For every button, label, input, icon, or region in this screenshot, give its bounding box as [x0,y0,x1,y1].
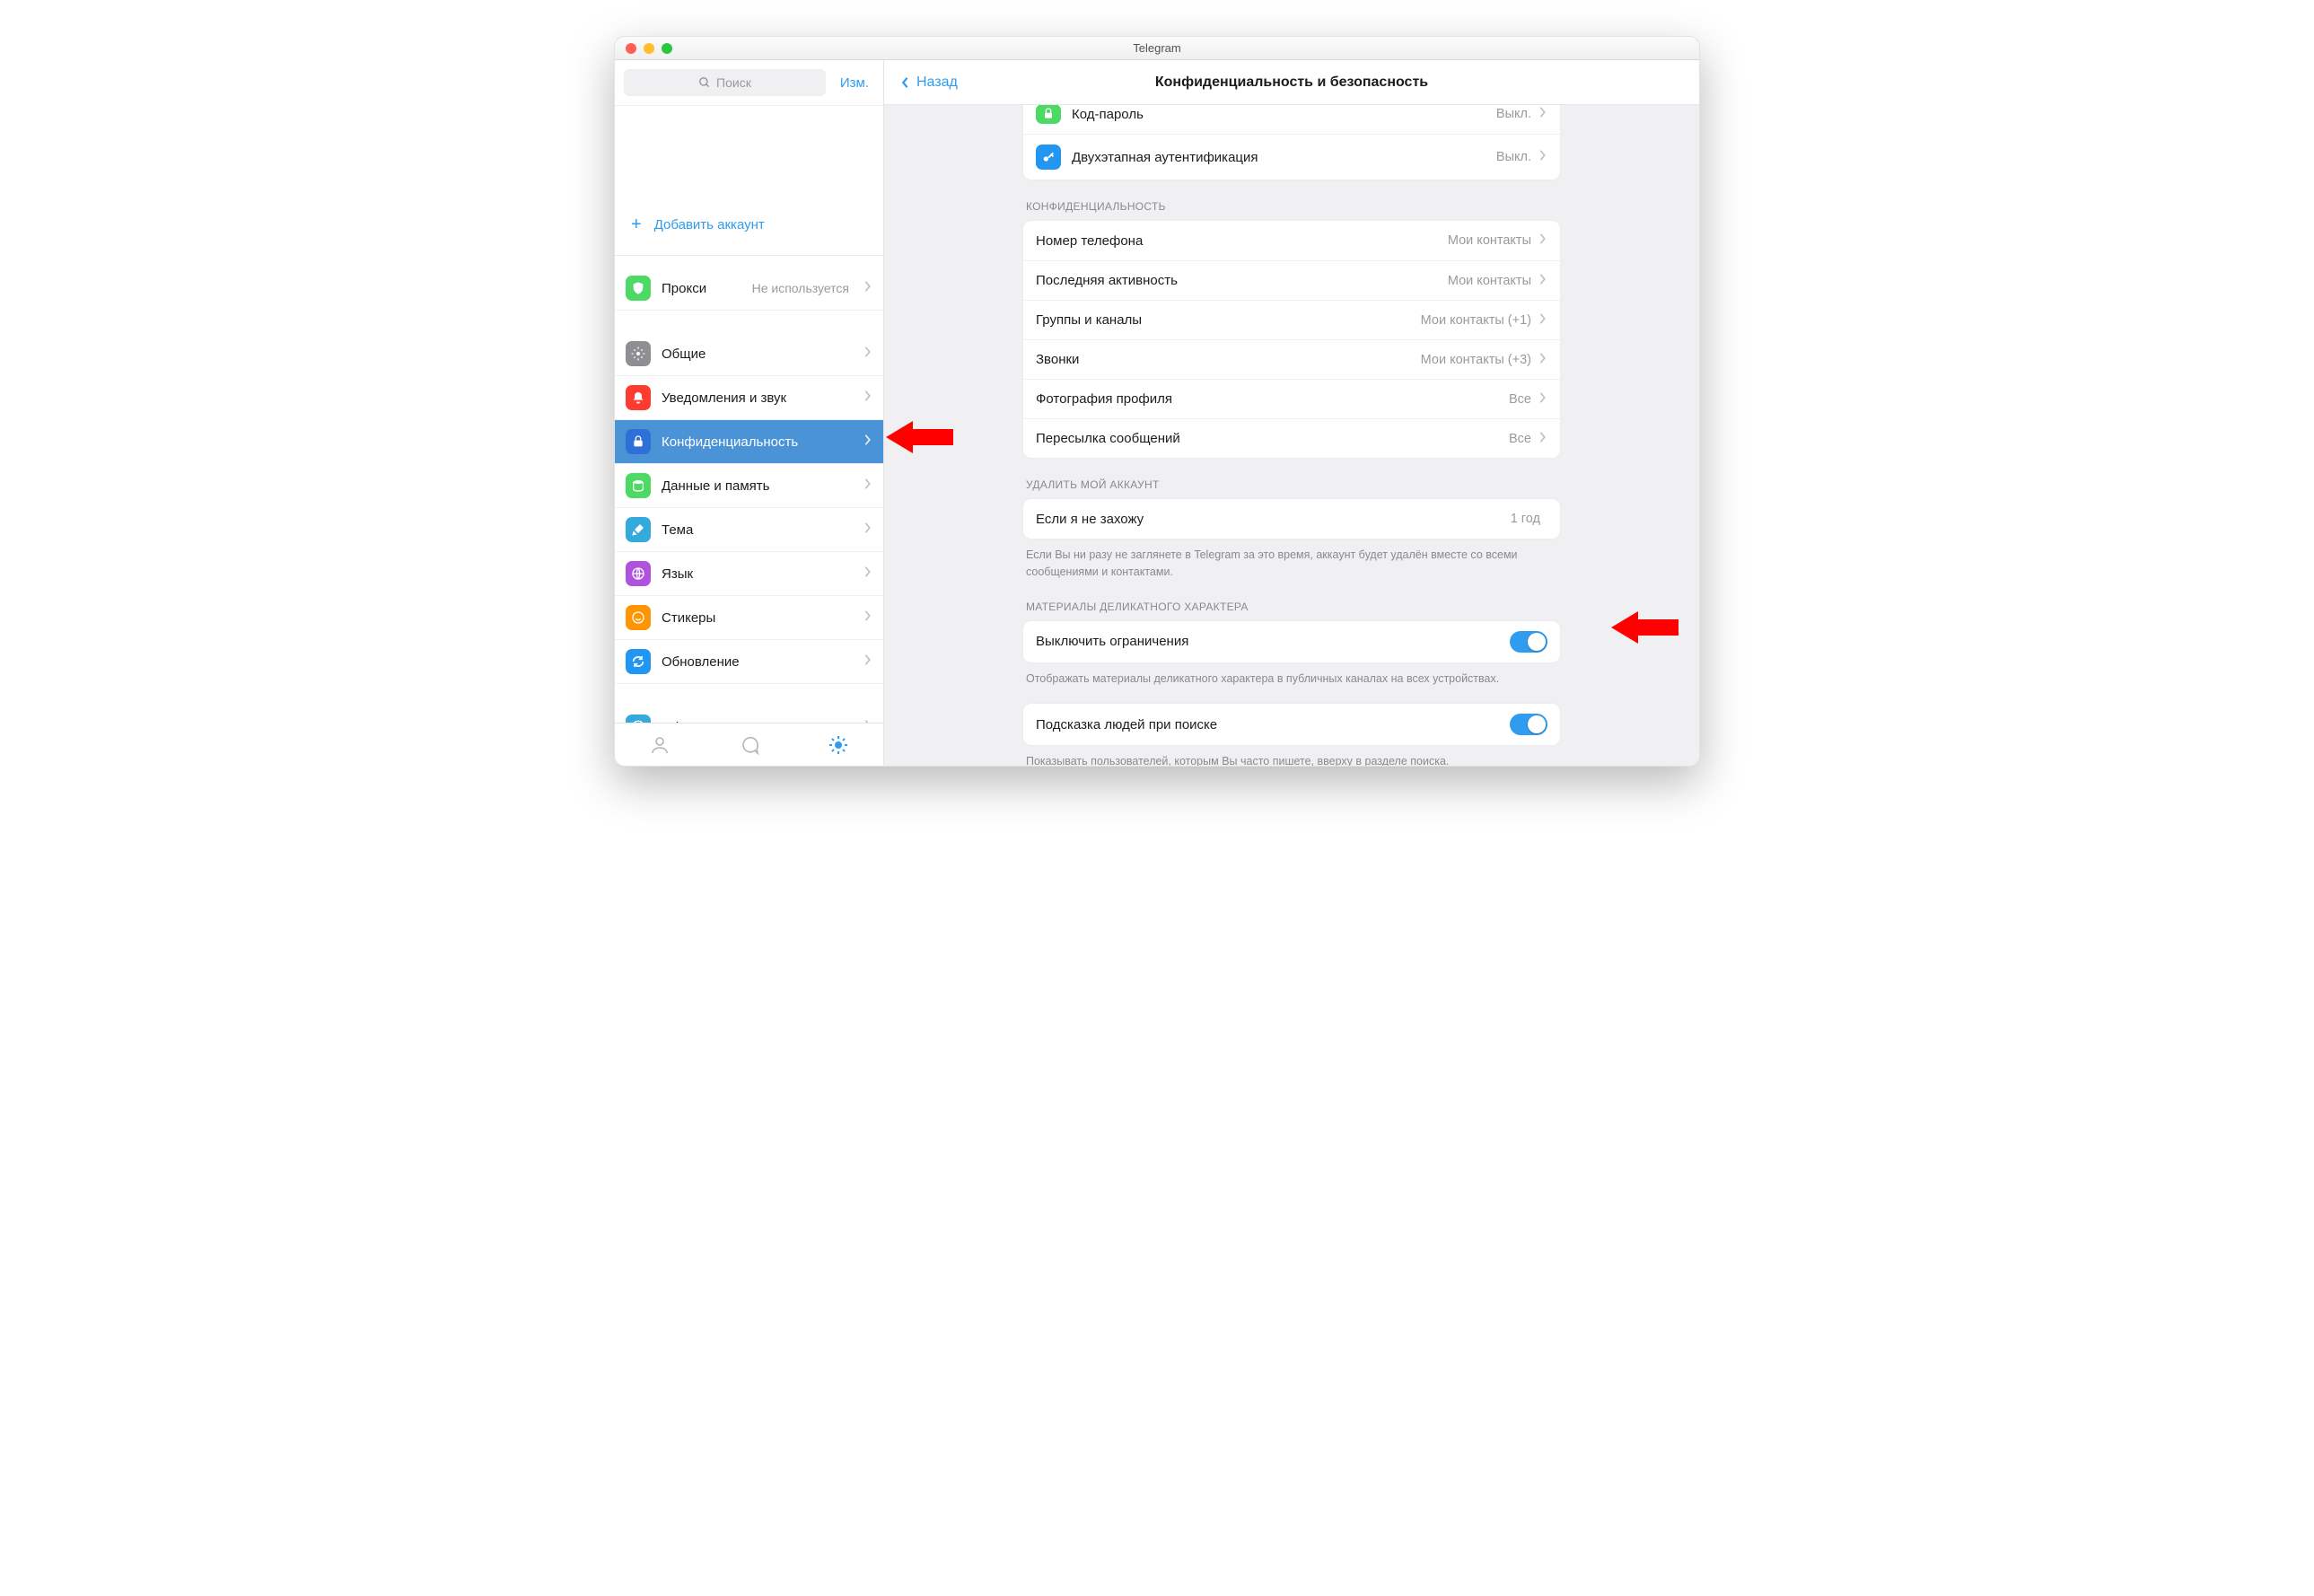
titlebar: Telegram [615,37,1699,60]
toggle-sensitive[interactable] [1510,631,1547,653]
refresh-icon [626,649,651,674]
chevron-right-icon [863,653,872,670]
window-title: Telegram [615,41,1699,55]
chevron-right-icon [1538,431,1547,447]
question-icon: ? [626,715,651,723]
bottom-tabs [615,723,883,766]
chevron-right-icon [863,434,872,450]
chevron-right-icon [863,346,872,362]
page-title: Конфиденциальность и безопасность [884,75,1699,91]
chevron-right-icon [863,390,872,406]
sidebar-item-label: Конфиденциальность [662,434,853,450]
search-icon [698,76,711,89]
sidebar-item-label: Telegram FAQ [662,720,853,723]
tab-settings[interactable] [793,723,883,766]
row-forward[interactable]: Пересылка сообщенийВсе [1023,418,1560,458]
bell-icon [626,385,651,410]
row-suggest-people[interactable]: Подсказка людей при поиске [1023,704,1560,745]
delete-note: Если Вы ни разу не заглянете в Telegram … [1022,539,1561,581]
row-lastseen[interactable]: Последняя активностьМои контакты [1023,260,1560,300]
sidebar-item-stickers[interactable]: Стикеры [615,596,883,640]
sidebar-item-theme[interactable]: Тема [615,508,883,552]
section-header-privacy: КОНФИДЕНЦИАЛЬНОСТЬ [1022,180,1561,220]
add-account-label: Добавить аккаунт [654,217,765,232]
content-scroll[interactable]: Код-пароль Выкл. Двухэтапная аутентифика… [884,105,1699,766]
chevron-right-icon [863,609,872,626]
shield-icon [626,276,651,301]
sidebar-item-faq[interactable]: ? Telegram FAQ [615,706,883,723]
suggest-note: Показывать пользователей, которым Вы час… [1022,746,1561,766]
app-body: Поиск Изм. + Добавить аккаунт Прокси Не … [615,60,1699,766]
add-account-button[interactable]: + Добавить аккаунт [615,205,883,244]
row-groups[interactable]: Группы и каналыМои контакты (+1) [1023,300,1560,339]
chevron-right-icon [1538,149,1547,165]
sensitive-note: Отображать материалы деликатного характе… [1022,663,1561,688]
lock-icon [626,429,651,454]
search-placeholder: Поиск [716,75,751,90]
sidebar: Поиск Изм. + Добавить аккаунт Прокси Не … [615,60,884,766]
main-panel: Назад Конфиденциальность и безопасность … [884,60,1699,766]
chevron-right-icon [1538,232,1547,249]
chevron-right-icon [863,566,872,582]
chevron-right-icon [863,280,872,296]
chevron-right-icon [1538,106,1547,122]
plus-icon: + [631,215,642,233]
row-label: Двухэтапная аутентификация [1072,150,1496,165]
key-icon [1036,145,1061,170]
sidebar-item-label: Прокси [662,281,741,296]
sticker-icon [626,605,651,630]
edit-button[interactable]: Изм. [835,75,874,91]
chevron-right-icon [1538,352,1547,368]
sidebar-item-label: Тема [662,522,853,538]
sidebar-item-label: Язык [662,566,853,582]
row-value: Выкл. [1496,107,1531,121]
row-disable-restrictions[interactable]: Выключить ограничения [1023,621,1560,662]
sidebar-item-label: Уведомления и звук [662,390,853,406]
sidebar-item-label: Данные и память [662,478,853,494]
privacy-card: Номер телефонаМои контакты Последняя акт… [1022,220,1561,459]
sidebar-item-label: Общие [662,346,853,362]
chevron-right-icon [863,719,872,723]
sidebar-item-update[interactable]: Обновление [615,640,883,684]
chevron-right-icon [1538,273,1547,289]
row-photo[interactable]: Фотография профиляВсе [1023,379,1560,418]
toggle-suggest[interactable] [1510,714,1547,735]
sidebar-item-label: Стикеры [662,610,853,626]
sidebar-item-language[interactable]: Язык [615,552,883,596]
chevron-right-icon [1538,391,1547,408]
chevron-right-icon [863,522,872,538]
sidebar-item-label: Обновление [662,654,853,670]
row-label: Код-пароль [1072,107,1496,122]
row-calls[interactable]: ЗвонкиМои контакты (+3) [1023,339,1560,379]
chevron-right-icon [863,478,872,494]
sidebar-item-proxy[interactable]: Прокси Не используется [615,267,883,311]
section-header-sensitive: МАТЕРИАЛЫ ДЕЛИКАТНОГО ХАРАКТЕРА [1022,581,1561,620]
sidebar-item-notifications[interactable]: Уведомления и звук [615,376,883,420]
tab-contacts[interactable] [615,723,705,766]
sidebar-item-privacy[interactable]: Конфиденциальность [615,420,883,464]
sidebar-item-data[interactable]: Данные и память [615,464,883,508]
sidebar-scroll[interactable]: + Добавить аккаунт Прокси Не используетс… [615,106,883,723]
chevron-right-icon [1538,312,1547,329]
tab-chats[interactable] [705,723,794,766]
row-delete-inactive[interactable]: Если я не захожу 1 год [1023,499,1560,539]
gear-icon [626,341,651,366]
row-two-step[interactable]: Двухэтапная аутентификация Выкл. [1023,134,1560,180]
lock-icon [1036,105,1061,124]
search-input[interactable]: Поиск [624,69,826,96]
main-header: Назад Конфиденциальность и безопасность [884,60,1699,105]
row-value: Выкл. [1496,150,1531,164]
app-window: Telegram Поиск Изм. + Добавить аккаунт [614,36,1700,767]
row-passcode[interactable]: Код-пароль Выкл. [1023,105,1560,134]
proxy-status: Не используется [752,281,849,295]
sidebar-top: Поиск Изм. [615,60,883,106]
sidebar-item-general[interactable]: Общие [615,332,883,376]
row-phone[interactable]: Номер телефонаМои контакты [1023,221,1560,260]
database-icon [626,473,651,498]
section-header-delete: УДАЛИТЬ МОЙ АККАУНТ [1022,459,1561,498]
brush-icon [626,517,651,542]
globe-icon [626,561,651,586]
